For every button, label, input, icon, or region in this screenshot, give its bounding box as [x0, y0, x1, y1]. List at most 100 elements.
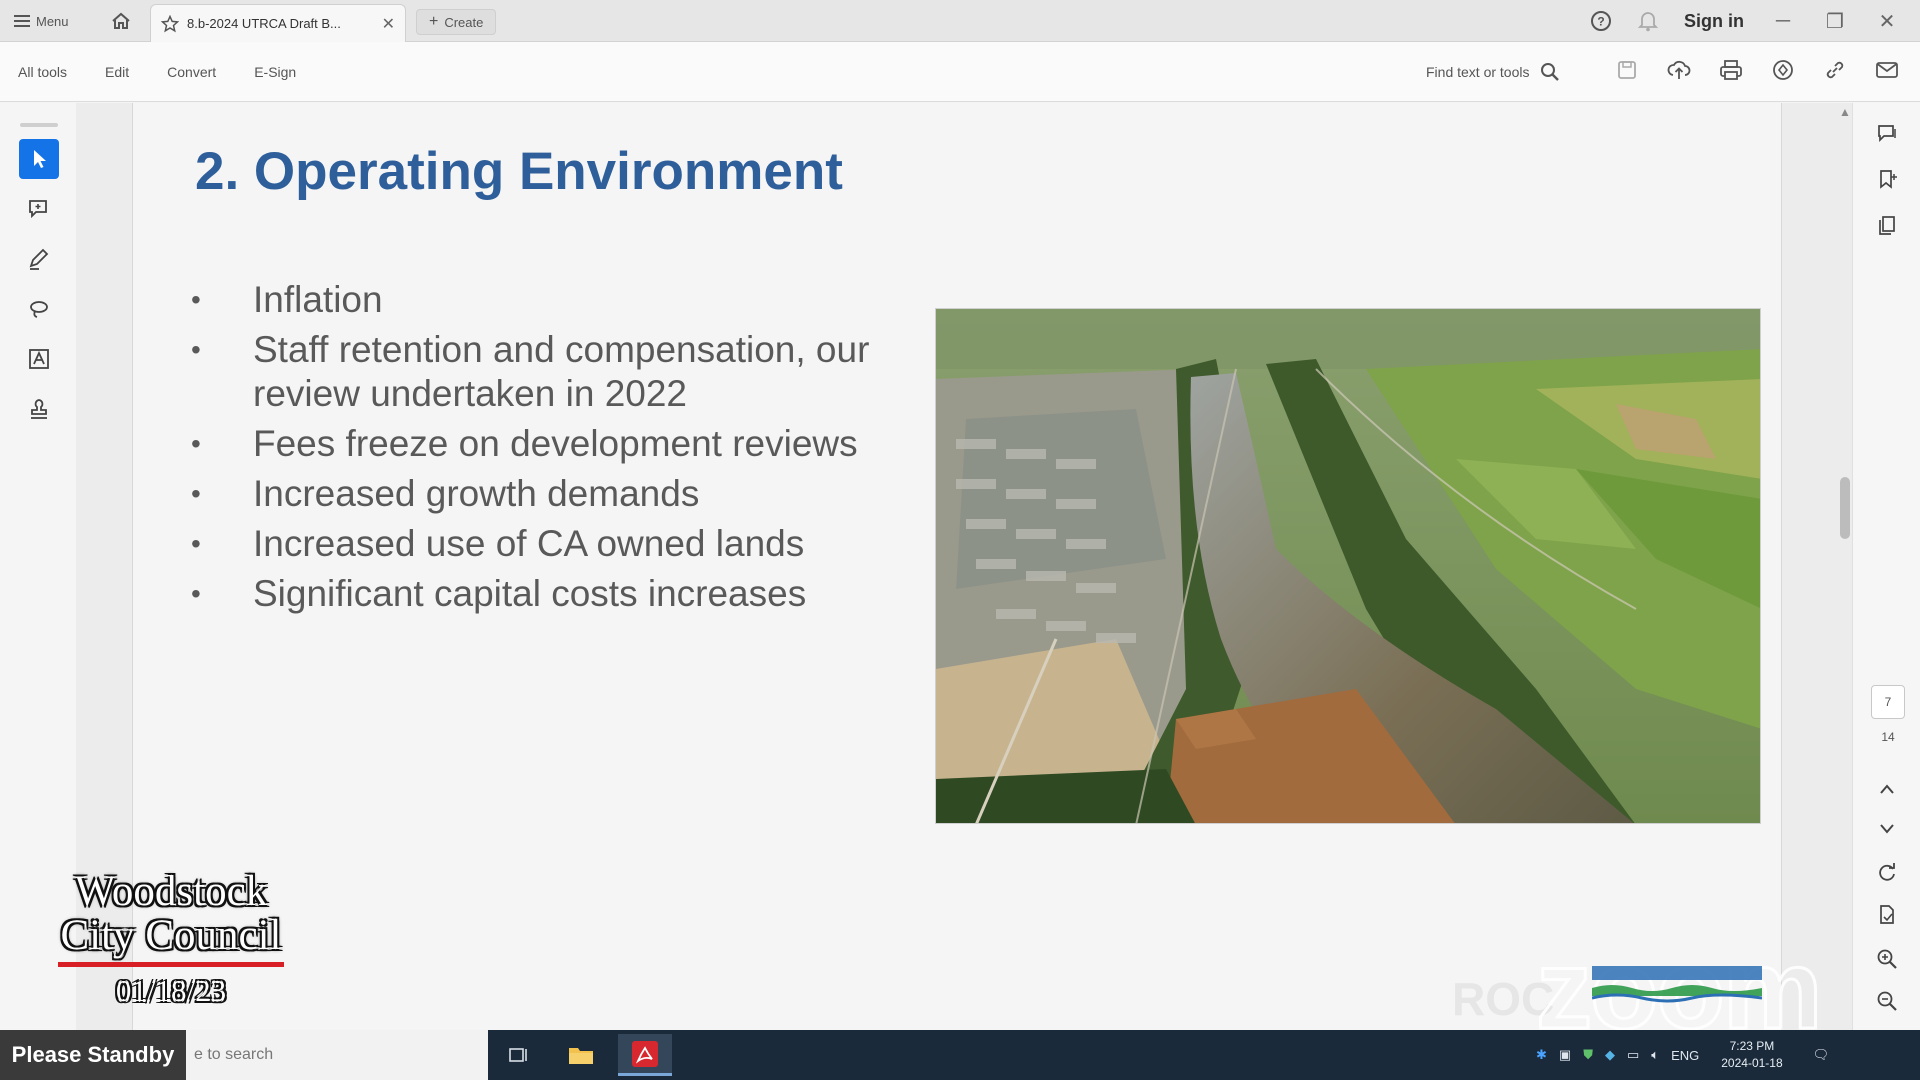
sign-in-button[interactable]: Sign in — [1684, 11, 1744, 32]
bullet-item: Inflation — [191, 278, 911, 322]
highlight-tool-button[interactable] — [19, 239, 59, 279]
council-name-line1: Woodstock — [74, 868, 268, 915]
next-page-icon[interactable] — [1873, 815, 1901, 843]
system-clock[interactable]: 7:23 PM 2024-01-18 — [1721, 1038, 1782, 1072]
security-shield-icon[interactable]: ⛊ — [1583, 1047, 1593, 1063]
rotate-icon[interactable] — [1873, 859, 1901, 887]
scroll-up-icon[interactable]: ▲ — [1839, 105, 1851, 119]
create-button[interactable]: + Create — [416, 9, 497, 35]
bullet-list: Inflation Staff retention and compensati… — [191, 278, 911, 622]
bullet-item: Increased use of CA owned lands — [191, 522, 911, 566]
home-button[interactable] — [108, 9, 134, 33]
browser-tab-bar: Menu 8.b-2024 UTRCA Draft B... ✕ + Creat… — [0, 0, 1920, 42]
close-window-icon[interactable]: ✕ — [1874, 9, 1900, 34]
ai-assistant-icon[interactable] — [1770, 56, 1796, 84]
text-box-icon — [29, 349, 49, 369]
email-icon[interactable] — [1874, 56, 1900, 84]
scrollbar-thumb[interactable] — [1840, 477, 1850, 539]
bluetooth-icon[interactable]: ✱ — [1536, 1047, 1547, 1063]
defender-icon[interactable]: ◆ — [1605, 1047, 1615, 1063]
menu-all-tools[interactable]: All tools — [18, 64, 67, 80]
select-tool-button[interactable] — [19, 139, 59, 179]
zoom-in-icon[interactable] — [1873, 945, 1901, 973]
comment-icon — [29, 200, 47, 219]
notification-icon[interactable]: 🗨︎ — [1813, 1047, 1830, 1063]
council-name-line2: City Council — [60, 912, 282, 959]
cloud-upload-icon[interactable] — [1666, 56, 1692, 84]
create-label: Create — [444, 14, 484, 30]
slide-page: 2. Operating Environment Inflation Staff… — [132, 103, 1782, 1030]
bullet-item: Staff retention and compensation, our re… — [191, 328, 911, 416]
aerial-river-photo — [935, 308, 1761, 824]
river-authority-logo — [1591, 958, 1763, 1008]
previous-page-icon[interactable] — [1873, 775, 1901, 803]
restore-icon[interactable]: ❐ — [1822, 9, 1848, 34]
hamburger-icon — [14, 15, 30, 27]
comment-tool-button[interactable] — [19, 189, 59, 229]
comments-panel-icon[interactable] — [1873, 119, 1901, 147]
zoom-out-icon[interactable] — [1873, 987, 1901, 1015]
toolbar-menu: All tools Edit Convert E-Sign — [18, 42, 296, 102]
network-tray-icon[interactable]: ▣ — [1559, 1047, 1571, 1063]
taskbar-search-placeholder: e to search — [194, 1046, 274, 1063]
pen-icon — [29, 248, 49, 270]
home-icon — [112, 12, 130, 29]
bullet-item: Increased growth demands — [191, 472, 911, 516]
bookmark-panel-icon[interactable] — [1873, 165, 1901, 193]
slide-title: 2. Operating Environment — [195, 142, 843, 201]
app-toolbar: All tools Edit Convert E-Sign Find text … — [0, 42, 1920, 102]
current-page-input[interactable]: 7 — [1871, 685, 1905, 719]
please-standby-banner: Please Standby — [0, 1030, 186, 1080]
menu-convert[interactable]: Convert — [167, 64, 216, 80]
overlay-red-underline — [58, 962, 284, 967]
total-pages: 14 — [1881, 730, 1895, 744]
task-view-button[interactable] — [492, 1034, 546, 1076]
bullet-item: Fees freeze on development reviews — [191, 422, 911, 466]
clock-date: 2024-01-18 — [1721, 1056, 1783, 1070]
draw-tool-button[interactable] — [19, 289, 59, 329]
document-tab[interactable]: 8.b-2024 UTRCA Draft B... ✕ — [150, 4, 406, 42]
toolbar-actions — [1614, 56, 1900, 84]
menu-edit[interactable]: Edit — [105, 64, 129, 80]
find-tools-search[interactable]: Find text or tools — [1426, 58, 1560, 86]
task-view-icon — [509, 1048, 527, 1062]
minimize-icon[interactable]: ─ — [1770, 10, 1796, 33]
stamp-icon — [31, 399, 47, 419]
display-icon[interactable]: ▭ — [1627, 1047, 1639, 1063]
acrobat-taskbar-button[interactable] — [618, 1034, 672, 1076]
folder-icon — [569, 1048, 593, 1064]
menu-label: Menu — [36, 13, 69, 29]
right-panel-rail: 7 14 — [1852, 103, 1920, 1030]
menu-button[interactable]: Menu — [14, 10, 69, 32]
document-viewport[interactable]: 2. Operating Environment Inflation Staff… — [76, 103, 1852, 1030]
lasso-icon — [30, 301, 48, 318]
text-tool-button[interactable] — [19, 339, 59, 379]
page-export-icon[interactable] — [1873, 901, 1901, 929]
print-icon[interactable] — [1718, 56, 1744, 84]
clock-time: 7:23 PM — [1729, 1039, 1775, 1053]
tab-title: 8.b-2024 UTRCA Draft B... — [187, 16, 341, 31]
find-placeholder: Find text or tools — [1426, 64, 1530, 80]
bell-icon[interactable] — [1638, 10, 1658, 32]
council-broadcast-overlay: Woodstock City Council 01/18/23 — [46, 870, 296, 1009]
cursor-icon — [34, 150, 46, 168]
language-indicator[interactable]: ENG — [1671, 1048, 1699, 1063]
pages-panel-icon[interactable] — [1873, 211, 1901, 239]
help-icon[interactable]: ? — [1590, 10, 1612, 32]
acrobat-icon — [632, 1040, 658, 1067]
search-icon — [1540, 63, 1559, 81]
bullet-item: Significant capital costs increases — [191, 572, 911, 616]
link-icon[interactable] — [1822, 56, 1848, 84]
volume-icon[interactable]: 🔈︎ — [1651, 1047, 1659, 1063]
menu-e-sign[interactable]: E-Sign — [254, 64, 296, 80]
file-explorer-button[interactable] — [554, 1034, 608, 1076]
plus-icon: + — [429, 13, 439, 30]
star-icon[interactable] — [161, 14, 179, 33]
vertical-scrollbar[interactable]: ▲ — [1836, 103, 1852, 1030]
rail-grip — [20, 123, 58, 127]
stamp-tool-button[interactable] — [19, 389, 59, 429]
svg-text:?: ? — [1597, 15, 1604, 29]
save-icon[interactable] — [1614, 56, 1640, 84]
window-controls: ? Sign in ─ ❐ ✕ — [1590, 6, 1900, 36]
close-tab-icon[interactable]: ✕ — [382, 14, 395, 34]
